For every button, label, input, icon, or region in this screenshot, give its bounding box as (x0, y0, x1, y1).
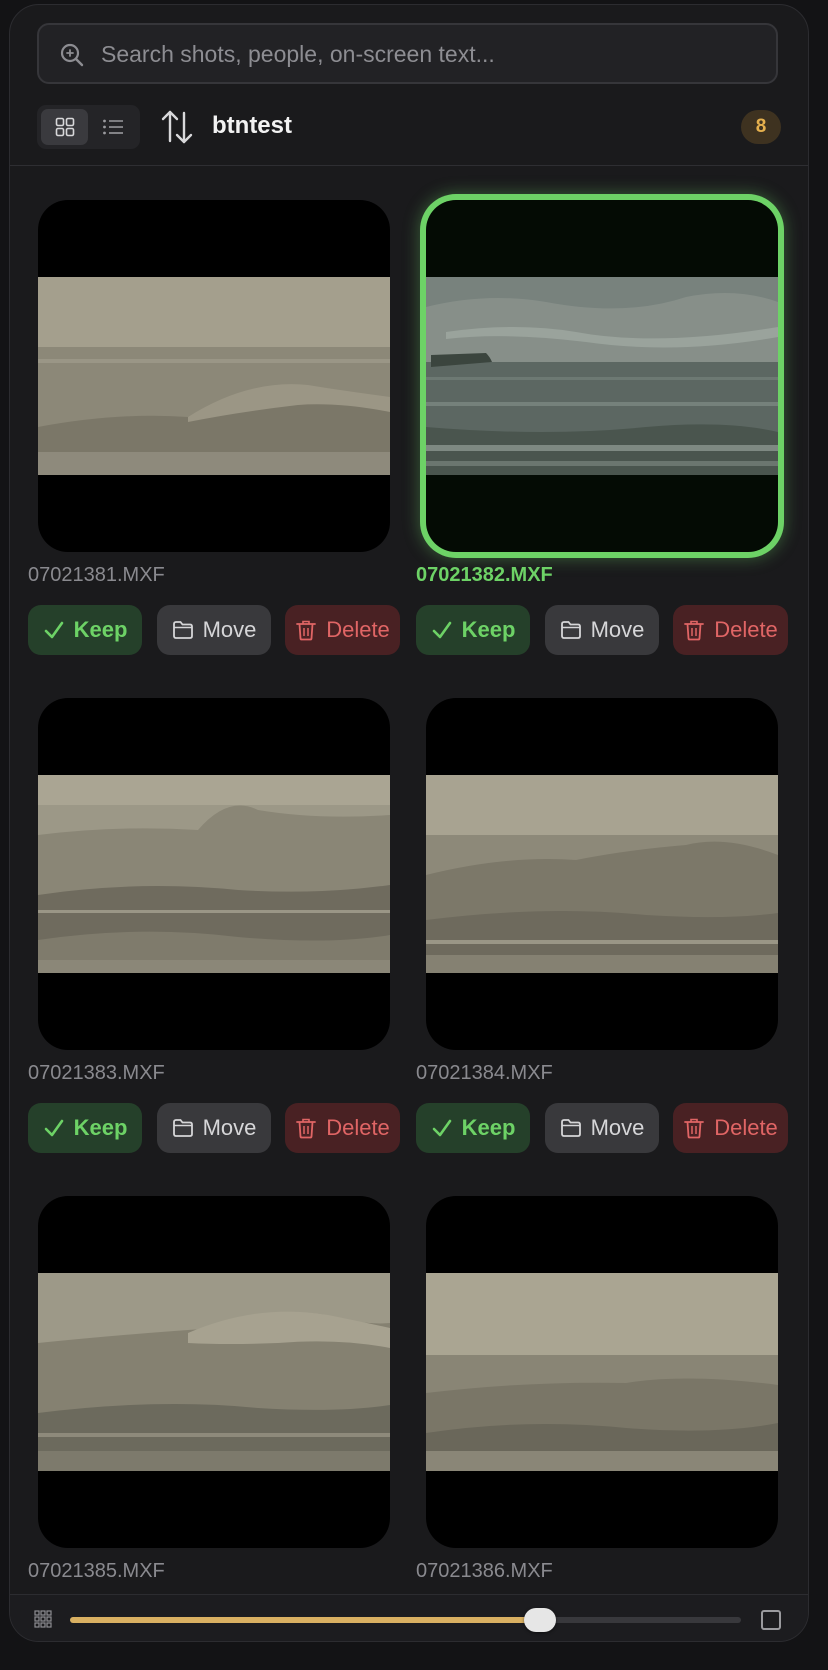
delete-button[interactable]: Delete (673, 1103, 788, 1153)
clip-filename: 07021381.MXF (28, 564, 165, 586)
clip-thumbnail[interactable] (38, 698, 390, 1050)
keep-button[interactable]: Keep (28, 1103, 142, 1153)
clip-thumbnail[interactable] (426, 1196, 778, 1548)
clip-filename: 07021382.MXF (416, 564, 553, 586)
video-frame (38, 1273, 390, 1471)
clip-thumbnail[interactable] (426, 200, 778, 552)
clip-thumbnail[interactable] (38, 200, 390, 552)
clip-filename: 07021383.MXF (28, 1062, 165, 1084)
thumbnail-size-slider[interactable] (70, 1608, 741, 1632)
toolbar: btntest 8 (10, 101, 808, 157)
clip-tile: 07021381.MXF Keep Move Delete (28, 166, 400, 664)
keep-label: Keep (73, 1115, 128, 1140)
slider-fill (70, 1617, 540, 1623)
video-frame (426, 775, 778, 973)
search-bar[interactable] (37, 23, 778, 84)
delete-label: Delete (326, 617, 390, 642)
checkmark-icon (44, 621, 63, 639)
checkmark-icon (432, 621, 451, 639)
clip-tile: 07021383.MXF Keep Move Delete (28, 664, 400, 1162)
video-frame (426, 277, 778, 475)
thumbnail-size-bar (10, 1594, 808, 1641)
video-frame (38, 277, 390, 475)
move-button[interactable]: Move (545, 1103, 659, 1153)
trash-icon (684, 620, 705, 641)
clip-tile-selected: 07021382.MXF Keep Move Delete (416, 166, 788, 664)
delete-label: Delete (326, 1115, 390, 1140)
keep-button[interactable]: Keep (416, 1103, 530, 1153)
sort-icon[interactable] (160, 109, 194, 145)
clip-thumbnail[interactable] (38, 1196, 390, 1548)
search-input[interactable] (99, 25, 764, 84)
video-frame (38, 775, 390, 973)
move-button[interactable]: Move (545, 605, 659, 655)
folder-icon (560, 1119, 581, 1137)
keep-label: Keep (461, 1115, 516, 1140)
keep-label: Keep (461, 617, 516, 642)
large-square-icon[interactable] (761, 1610, 781, 1630)
keep-label: Keep (73, 617, 128, 642)
checkmark-icon (44, 1119, 63, 1137)
move-label: Move (202, 1115, 257, 1140)
trash-icon (296, 1118, 317, 1139)
folder-icon (172, 1119, 193, 1137)
media-browser-panel: btntest 8 07021381.MXF (9, 4, 809, 1642)
checkmark-icon (432, 1119, 451, 1137)
small-grid-icon[interactable] (34, 1610, 52, 1628)
move-button[interactable]: Move (157, 1103, 271, 1153)
clip-count-badge: 8 (741, 110, 781, 144)
view-mode-toggle (37, 105, 140, 149)
clip-filename: 07021384.MXF (416, 1062, 553, 1084)
move-label: Move (590, 1115, 645, 1140)
delete-button[interactable]: Delete (285, 1103, 400, 1153)
keep-button[interactable]: Keep (28, 605, 142, 655)
list-view-button[interactable] (89, 109, 136, 145)
video-frame (426, 1273, 778, 1471)
move-label: Move (202, 617, 257, 642)
folder-icon (560, 621, 581, 639)
trash-icon (684, 1118, 705, 1139)
delete-label: Delete (714, 617, 778, 642)
delete-button[interactable]: Delete (673, 605, 788, 655)
search-icon (60, 43, 84, 67)
delete-label: Delete (714, 1115, 778, 1140)
move-button[interactable]: Move (157, 605, 271, 655)
clip-tile: 07021386.MXF (416, 1162, 786, 1594)
grid-view-button[interactable] (41, 109, 88, 145)
grid-view-icon (55, 117, 74, 137)
clip-tile: 07021385.MXF (28, 1162, 398, 1594)
clip-tile: 07021384.MXF Keep Move Delete (416, 664, 788, 1162)
clip-thumbnail[interactable] (426, 698, 778, 1050)
move-label: Move (590, 617, 645, 642)
folder-icon (172, 621, 193, 639)
clip-filename: 07021386.MXF (416, 1560, 553, 1582)
trash-icon (296, 620, 317, 641)
folder-title: btntest (212, 112, 292, 139)
clip-filename: 07021385.MXF (28, 1560, 165, 1582)
list-view-icon (102, 119, 123, 135)
keep-button[interactable]: Keep (416, 605, 530, 655)
clip-grid: 07021381.MXF Keep Move Delete 07021382.M… (10, 166, 808, 1594)
delete-button[interactable]: Delete (285, 605, 400, 655)
slider-knob[interactable] (523, 1608, 556, 1632)
